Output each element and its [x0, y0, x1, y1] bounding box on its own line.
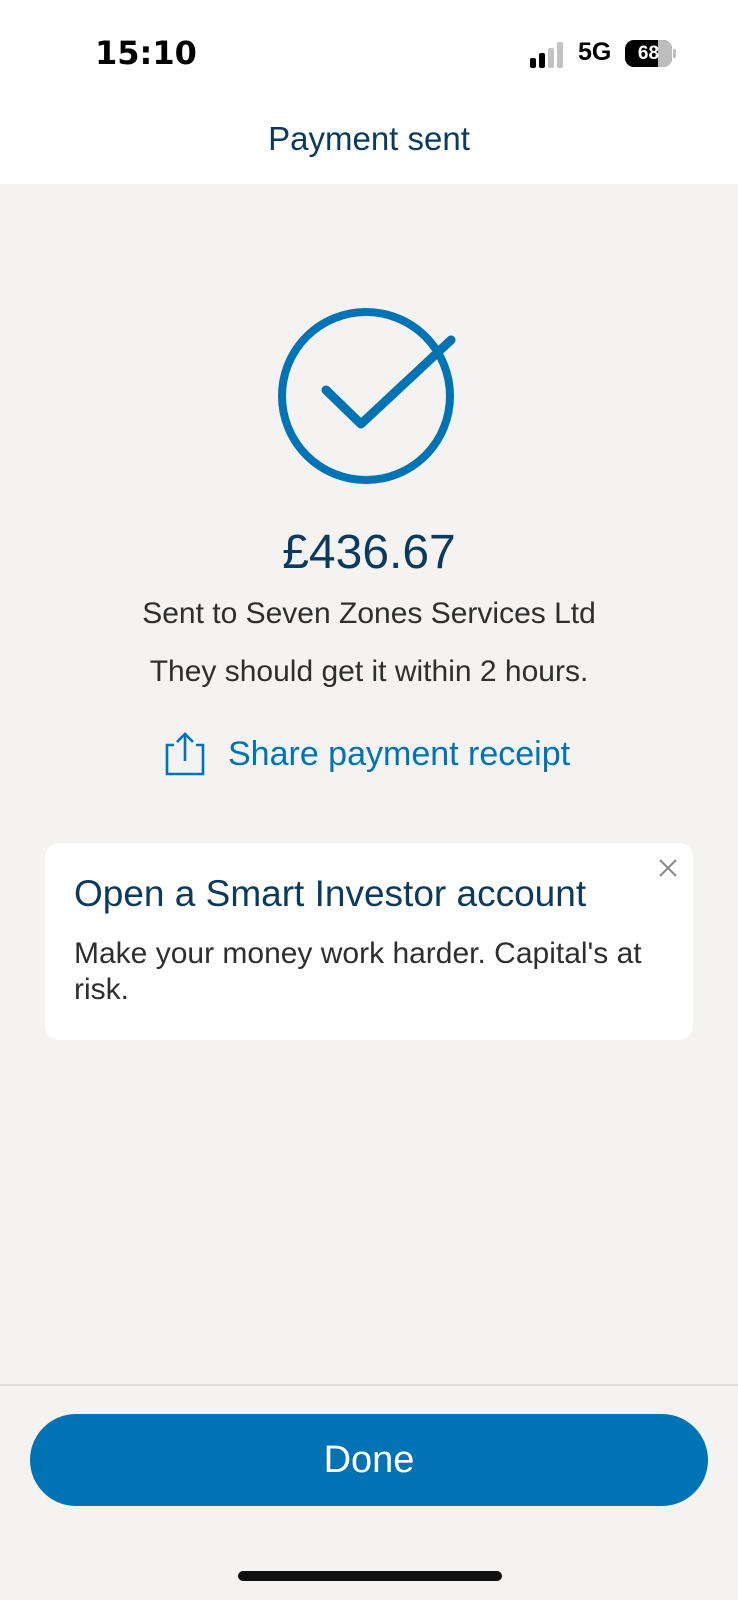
battery-level: 68 [637, 43, 660, 64]
promo-text: Make your money work harder. Capital's a… [74, 937, 642, 1006]
timing-text: They should get it within 2 hours. [149, 655, 589, 688]
share-receipt-label: Share payment receipt [228, 734, 571, 773]
header: Payment sent [0, 100, 738, 184]
check-circle-icon [278, 308, 456, 484]
status-time: 15:10 [95, 34, 197, 72]
promo-card[interactable]: Open a Smart Investor account Make your … [45, 843, 693, 1040]
battery-icon: 68 [625, 40, 676, 67]
share-receipt-link[interactable]: Share payment receipt [164, 728, 594, 780]
done-button[interactable]: Done [30, 1414, 708, 1506]
footer-divider [0, 1384, 738, 1386]
promo-title[interactable]: Open a Smart Investor account [74, 873, 586, 915]
recipient-text: Sent to Seven Zones Services Ltd [142, 597, 596, 630]
close-icon[interactable] [657, 857, 679, 879]
page-title: Payment sent [268, 120, 470, 157]
network-label: 5G [578, 38, 612, 66]
payment-amount: £436.67 [282, 526, 456, 579]
status-bar: 15:10 5G 68 [0, 0, 738, 100]
home-indicator [238, 1571, 502, 1581]
signal-icon [530, 42, 566, 68]
share-icon [165, 732, 205, 776]
